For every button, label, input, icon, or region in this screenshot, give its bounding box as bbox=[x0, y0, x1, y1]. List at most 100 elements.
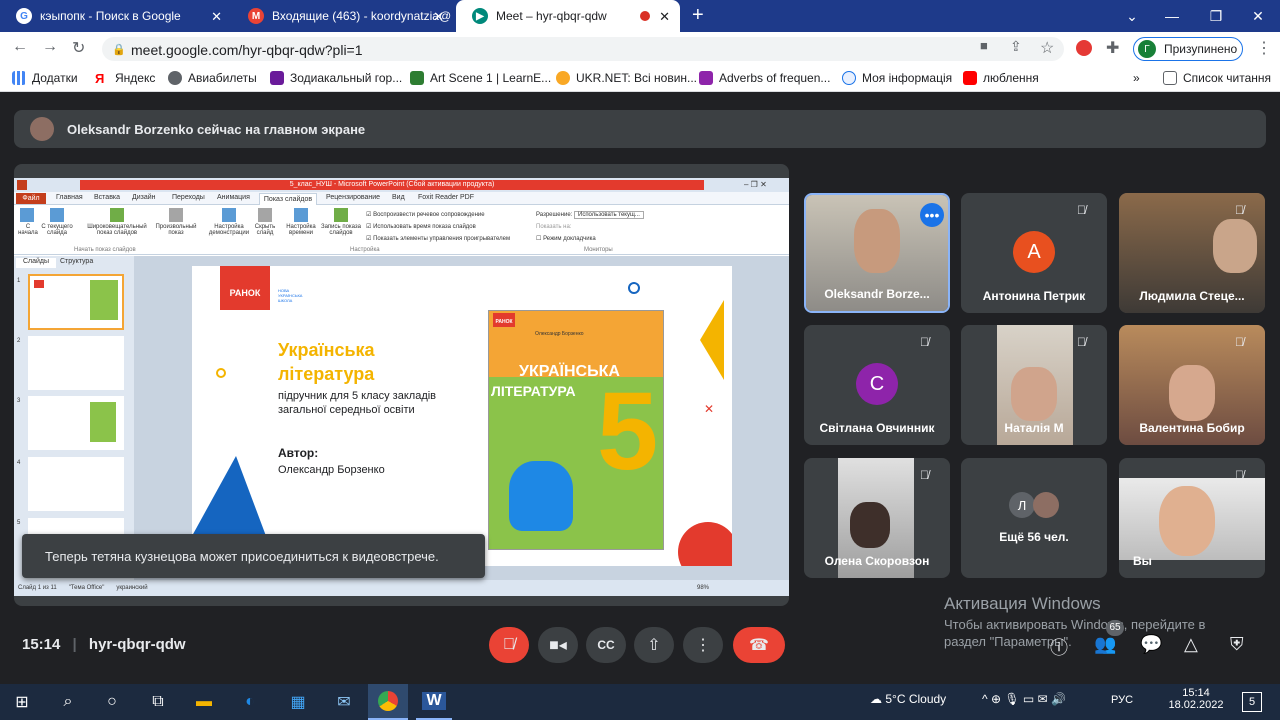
url-text[interactable]: meet.google.com/hyr-qbqr-qdw?pli=1 bbox=[131, 42, 363, 58]
share-icon[interactable]: ⇪ bbox=[1010, 38, 1022, 55]
broadcast-icon[interactable] bbox=[110, 208, 124, 222]
file-explorer-icon[interactable]: ▬ bbox=[186, 684, 222, 720]
word-icon[interactable]: W bbox=[416, 684, 452, 720]
ppt-tab-foxit[interactable]: Foxit Reader PDF bbox=[418, 194, 474, 201]
record-show-icon[interactable] bbox=[334, 208, 348, 222]
more-options-button[interactable]: ⋮ bbox=[683, 627, 723, 663]
profile-button[interactable]: Г Призупинено bbox=[1133, 37, 1243, 61]
mail-icon[interactable]: ✉ bbox=[326, 684, 362, 720]
participant-tile[interactable]: С 🎙̸ Світлана Овчинник bbox=[804, 325, 950, 445]
edge-icon[interactable]: ◐ bbox=[232, 684, 268, 720]
bookmark-yandex[interactable]: Я Яндекс bbox=[95, 71, 155, 86]
activities-icon[interactable]: △ bbox=[1184, 634, 1198, 655]
tab-gmail[interactable]: M Входящие (463) - koordynatzia@ ✕ bbox=[232, 0, 454, 32]
ppt-tab-insert[interactable]: Вставка bbox=[94, 194, 120, 201]
slide-thumbnail[interactable] bbox=[28, 336, 124, 390]
chrome-icon[interactable] bbox=[368, 684, 408, 720]
ribbon-checkboxes[interactable]: ☑ Воспроизвести речевое сопровождение ☑ … bbox=[366, 209, 510, 245]
camera-icon[interactable]: ■ bbox=[980, 38, 988, 53]
language-indicator[interactable]: РУС bbox=[1111, 694, 1133, 706]
close-tab-icon[interactable]: ✕ bbox=[211, 9, 222, 25]
forward-arrow-icon[interactable]: → bbox=[42, 38, 58, 56]
ribbon-from-current[interactable]: С текущего слайда bbox=[40, 224, 74, 236]
setup-show-icon[interactable] bbox=[222, 208, 236, 222]
present-button[interactable]: ⇧ bbox=[634, 627, 674, 663]
menu-dots-icon[interactable]: ⋮ bbox=[1256, 38, 1272, 58]
show-on-select[interactable]: Показать на: bbox=[536, 221, 644, 233]
close-tab-icon[interactable]: ✕ bbox=[433, 9, 444, 25]
panel-tab-slides[interactable]: Слайды bbox=[16, 258, 56, 268]
host-controls-icon[interactable]: ⛨ bbox=[1230, 634, 1244, 655]
back-arrow-icon[interactable]: ← bbox=[12, 38, 28, 56]
ribbon-hide-slide[interactable]: Скрыть слайд bbox=[252, 224, 278, 236]
close-tab-icon[interactable]: ✕ bbox=[659, 9, 670, 25]
more-bookmarks-icon[interactable]: » bbox=[1133, 71, 1140, 85]
clock[interactable]: 15:14 18.02.2022 bbox=[1168, 687, 1224, 711]
close-window-button[interactable]: ✕ bbox=[1236, 0, 1280, 32]
participant-tile[interactable]: ••• Oleksandr Borze... bbox=[804, 193, 950, 313]
checkbox-empty-icon[interactable]: ☐ bbox=[536, 236, 541, 242]
opera-icon[interactable] bbox=[1076, 40, 1092, 56]
cortana-icon[interactable]: ○ bbox=[94, 684, 130, 720]
bookmark-art-scene[interactable]: Art Scene 1 | LearnE... bbox=[410, 71, 551, 85]
mic-toggle-button[interactable]: 🎙̸ bbox=[489, 627, 529, 663]
info-icon[interactable]: ⓘ bbox=[1050, 634, 1068, 660]
reload-icon[interactable]: ↻ bbox=[72, 38, 85, 58]
bookmark-adverbs[interactable]: Adverbs of frequen... bbox=[699, 71, 830, 85]
play-from-start-icon[interactable] bbox=[20, 208, 34, 222]
tab-meet[interactable]: ▶ Meet – hyr-qbqr-qdw ✕ bbox=[456, 0, 680, 32]
panel-tab-outline[interactable]: Структура bbox=[60, 258, 93, 265]
bookmark-zodiac[interactable]: Зодиакальный гор... bbox=[270, 71, 402, 85]
captions-button[interactable]: CC bbox=[586, 627, 626, 663]
ppt-window-controls[interactable]: – ❐ ✕ bbox=[744, 180, 767, 189]
ppt-tab-review[interactable]: Рецензирование bbox=[326, 194, 380, 201]
slide-thumbnail[interactable] bbox=[28, 274, 124, 330]
chat-icon[interactable]: 💬 bbox=[1140, 634, 1162, 655]
new-tab-button[interactable]: + bbox=[692, 4, 704, 27]
ppt-tab-slideshow[interactable]: Показ слайдов bbox=[259, 193, 317, 205]
slide-thumbnail[interactable] bbox=[28, 457, 124, 511]
custom-show-icon[interactable] bbox=[169, 208, 183, 222]
ribbon-broadcast[interactable]: Широковещательный показ слайдов bbox=[80, 224, 154, 236]
bookmark-star-icon[interactable]: ☆ bbox=[1040, 38, 1054, 58]
task-view-icon[interactable]: ⧉ bbox=[140, 684, 176, 720]
ppt-tab-file[interactable]: Файл bbox=[16, 193, 46, 204]
ppt-tab-transitions[interactable]: Переходы bbox=[172, 194, 205, 201]
ribbon-setup-show[interactable]: Настройка демонстрации bbox=[204, 224, 254, 236]
bookmark-youtube[interactable]: люблення bbox=[963, 71, 1039, 85]
ribbon-rehearse[interactable]: Настройка времени bbox=[282, 224, 320, 236]
camera-toggle-button[interactable]: ■◂ bbox=[538, 627, 578, 663]
more-participants-tile[interactable]: Л Ещё 56 чел. bbox=[961, 458, 1107, 578]
reading-list[interactable]: Список читання bbox=[1163, 71, 1271, 85]
checkbox-checked-icon[interactable]: ☑ bbox=[366, 224, 371, 230]
ribbon-custom-show[interactable]: Произвольный показ bbox=[152, 224, 200, 236]
participant-tile[interactable]: А 🎙̸ Антонина Петрик bbox=[961, 193, 1107, 313]
notifications-icon[interactable]: 5 bbox=[1242, 692, 1262, 712]
tab-google-search[interactable]: G кэыпопк - Поиск в Google ✕ bbox=[0, 0, 232, 32]
ribbon-record-show[interactable]: Запись показа слайдов bbox=[318, 224, 364, 236]
bookmark-my-info[interactable]: Моя інформація bbox=[842, 71, 952, 85]
status-zoom[interactable]: 98% bbox=[697, 585, 709, 591]
checkbox-checked-icon[interactable]: ☑ bbox=[366, 236, 371, 242]
ppt-tab-animation[interactable]: Анимация bbox=[217, 194, 250, 201]
participant-tile[interactable]: 🎙̸ Людмила Стеце... bbox=[1119, 193, 1265, 313]
play-current-icon[interactable] bbox=[50, 208, 64, 222]
minimize-button[interactable]: — bbox=[1150, 0, 1194, 32]
resolution-select[interactable]: Использовать текущ... bbox=[574, 211, 644, 219]
tray-icons[interactable]: ^ ⊕ 🎙 ▭ ✉ 🔊 bbox=[982, 692, 1066, 706]
windows-start-icon[interactable]: ⊞ bbox=[4, 684, 40, 720]
maximize-button[interactable]: ❐ bbox=[1194, 0, 1238, 32]
bookmark-avia[interactable]: Авиабилеты bbox=[168, 71, 257, 85]
participant-tile[interactable]: 🎙̸ Валентина Бобир bbox=[1119, 325, 1265, 445]
self-tile[interactable]: 🎙̸ Вы bbox=[1119, 458, 1265, 578]
ppt-tab-home[interactable]: Главная bbox=[56, 194, 83, 201]
bookmark-ukrnet[interactable]: UKR.NET: Всі новин... bbox=[556, 71, 697, 85]
checkbox-checked-icon[interactable]: ☑ bbox=[366, 212, 371, 218]
participant-tile[interactable]: 🎙̸ Олена Скоровзон bbox=[804, 458, 950, 578]
current-slide[interactable]: РАНОК НОВА УКРАЇНСЬКА ШКОЛА Українська л… bbox=[192, 266, 732, 566]
slide-thumbnail[interactable] bbox=[28, 396, 124, 450]
people-icon[interactable]: 👥 bbox=[1094, 634, 1116, 655]
more-options-icon[interactable]: ••• bbox=[920, 203, 944, 227]
ppt-tab-design[interactable]: Дизайн bbox=[132, 194, 156, 201]
search-icon[interactable]: ⌕ bbox=[50, 684, 86, 720]
